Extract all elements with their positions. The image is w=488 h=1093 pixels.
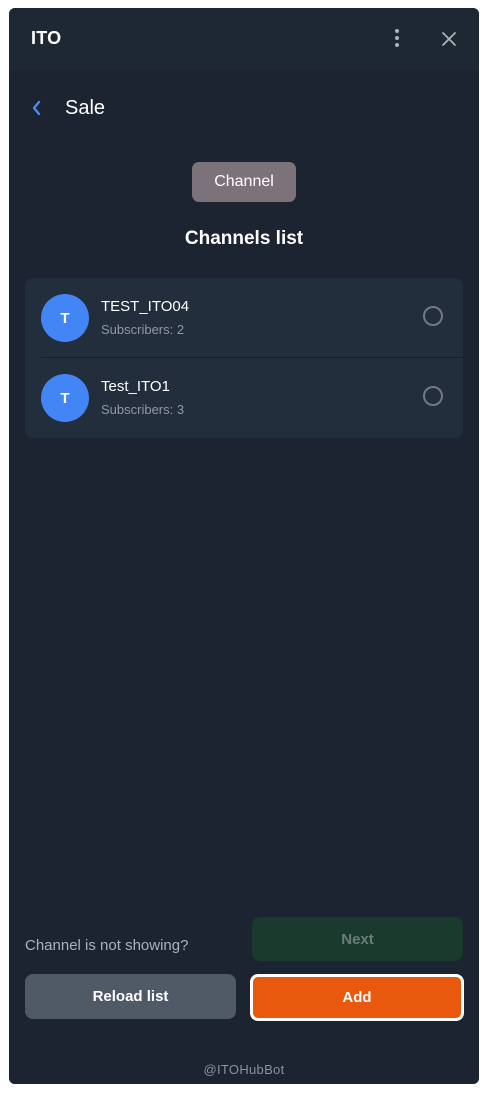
select-radio[interactable] [423,306,443,326]
page-title: Sale [65,97,106,119]
subscriber-count: Subscribers: 2 [101,322,185,337]
channel-list: T TEST_ITO04 Subscribers: 2 T Test_ITO1 … [25,278,463,438]
avatar: T [41,294,89,342]
bot-handle: @ITOHubBot [203,1062,285,1077]
channel-name: TEST_ITO04 [101,298,190,315]
app-window: ITO Sale Channel Channels list T TEST_IT… [9,8,479,1084]
channel-name: Test_ITO1 [101,378,170,395]
list-item[interactable]: T TEST_ITO04 Subscribers: 2 [25,278,463,358]
app-title: ITO [31,28,62,48]
more-vertical-icon[interactable] [385,26,409,50]
subscriber-count: Subscribers: 3 [101,402,185,417]
main-content: Sale Channel Channels list T TEST_ITO04 … [9,70,479,1084]
chevron-left-icon[interactable] [27,98,47,118]
list-item[interactable]: T Test_ITO1 Subscribers: 3 [25,358,463,438]
channel-chip[interactable]: Channel [192,162,296,202]
reload-list-button[interactable]: Reload list [25,974,236,1019]
add-button[interactable]: Add [250,974,464,1021]
title-bar: ITO [9,8,479,70]
select-radio[interactable] [423,386,443,406]
next-button[interactable]: Next [252,917,463,961]
close-icon[interactable] [437,27,461,51]
avatar: T [41,374,89,422]
list-heading: Channels list [184,228,304,249]
channel-hint: Channel is not showing? [25,937,189,954]
